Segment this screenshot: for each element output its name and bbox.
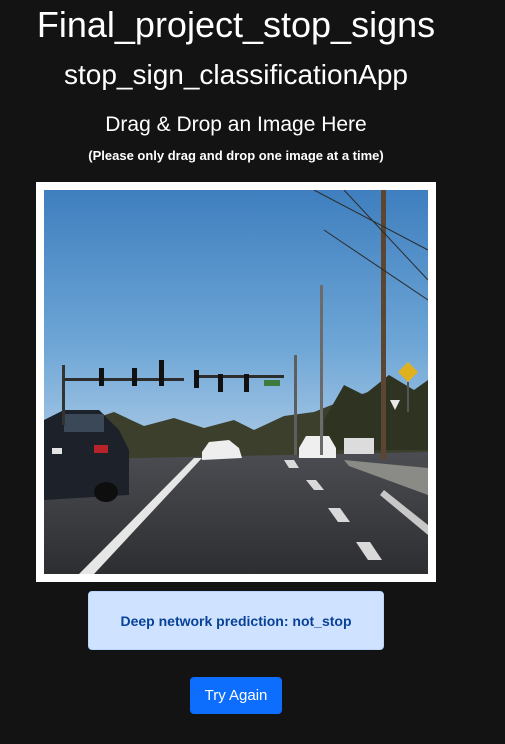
image-drop-zone[interactable] bbox=[36, 182, 436, 582]
app-subtitle: stop_sign_classificationApp bbox=[64, 59, 408, 90]
app-page: Final_project_stop_signs stop_sign_class… bbox=[0, 0, 505, 744]
drop-heading: Drag & Drop an Image Here bbox=[105, 113, 367, 136]
page-title: Final_project_stop_signs bbox=[36, 4, 436, 45]
road-scene-image bbox=[44, 190, 428, 574]
drop-instructions: (Please only drag and drop one image at … bbox=[88, 148, 384, 163]
uploaded-image bbox=[44, 190, 428, 574]
try-again-button[interactable]: Try Again bbox=[190, 677, 282, 714]
prediction-alert: Deep network prediction: not_stop bbox=[88, 591, 384, 650]
prediction-text: Deep network prediction: not_stop bbox=[120, 612, 352, 629]
